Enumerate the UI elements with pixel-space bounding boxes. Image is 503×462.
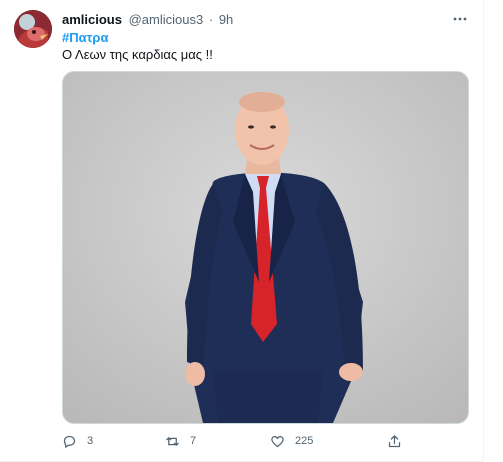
share-icon <box>388 434 401 447</box>
retweet-button[interactable]: 7 <box>165 430 196 452</box>
avatar-image <box>14 10 52 48</box>
hashtag-link[interactable]: #Πατρα <box>62 29 108 47</box>
reply-icon <box>63 435 76 448</box>
retweet-icon <box>166 436 179 446</box>
tweet-card[interactable]: amlicious @amlicious3 · 9h #Πατρα Ο Λεων… <box>0 0 484 462</box>
share-button[interactable] <box>387 430 402 452</box>
like-count: 225 <box>295 435 314 447</box>
like-button[interactable]: 225 <box>270 430 313 452</box>
reply-button[interactable]: 3 <box>62 430 93 452</box>
tweet-text: Ο Λεων της καρδιας μας !! <box>62 47 213 62</box>
photo-man-in-suit <box>63 72 468 423</box>
user-handle[interactable]: @amlicious3 <box>129 12 204 27</box>
tweet-actions: 3 7 225 <box>62 430 462 452</box>
tweet-time[interactable]: 9h <box>219 12 233 27</box>
retweet-count: 7 <box>190 435 197 447</box>
more-horizontal-icon <box>453 17 467 21</box>
tweet-header: amlicious @amlicious3 · 9h <box>62 11 462 29</box>
separator-dot: · <box>208 12 214 27</box>
avatar[interactable] <box>14 10 52 48</box>
reply-count: 3 <box>87 435 94 447</box>
tweet-photo[interactable] <box>62 71 469 424</box>
more-options-button[interactable] <box>450 9 470 29</box>
display-name[interactable]: amlicious <box>62 12 122 27</box>
heart-icon <box>271 435 284 447</box>
